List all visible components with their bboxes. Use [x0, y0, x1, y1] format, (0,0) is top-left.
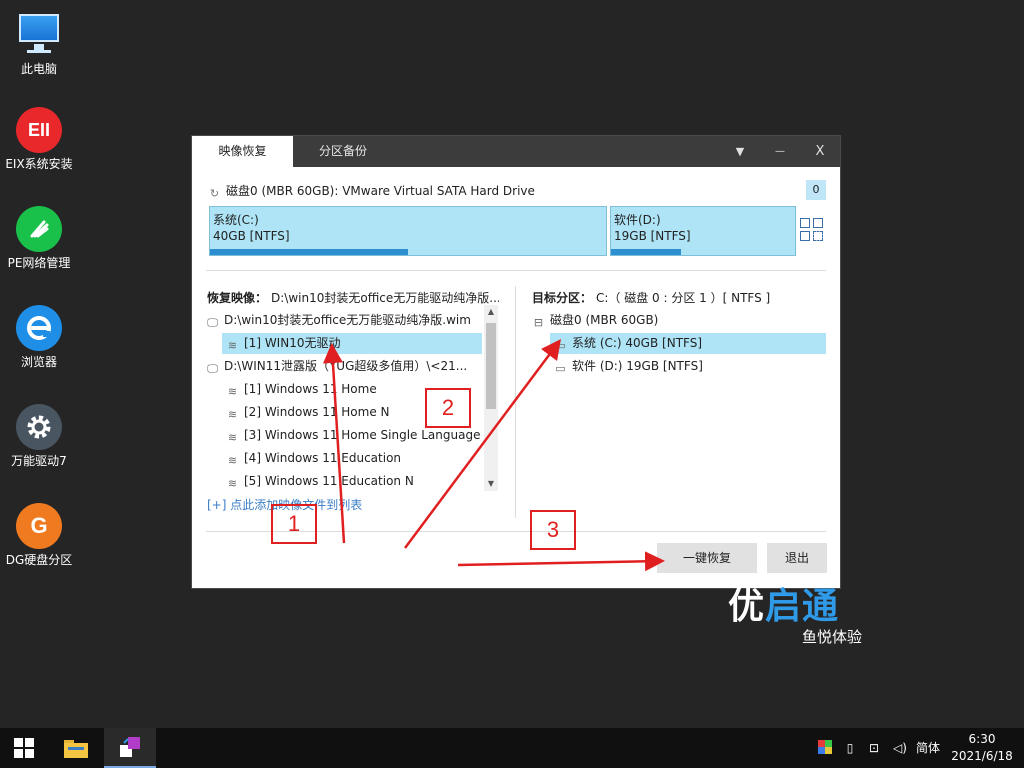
restore-app-taskbar-button[interactable]: [104, 728, 156, 768]
divider: [206, 270, 826, 271]
image-index-item[interactable]: ≋ [3] Windows 11 Home Single Language: [222, 425, 482, 446]
image-index-item[interactable]: ≋ [4] Windows 11 Education: [222, 448, 482, 469]
gear-icon: [16, 404, 62, 450]
image-index-item[interactable]: ≋ [1] WIN10无驱动: [222, 333, 482, 354]
network-icon[interactable]: ⊡: [864, 728, 884, 768]
disk-selector[interactable]: ↻ 磁盘0 (MBR 60GB): VMware Virtual SATA Har…: [208, 182, 535, 200]
minimize-button[interactable]: —: [760, 136, 800, 167]
desktop-icon-label: 此电脑: [20, 62, 57, 76]
clock-time: 6:30: [968, 732, 996, 746]
target-partition-item[interactable]: ▭ 系统 (C:) 40GB [NTFS]: [550, 333, 826, 354]
eix-installer-icon: EII: [16, 107, 62, 153]
desktop-icon-eix[interactable]: EII EIX系统安装: [0, 107, 78, 171]
monitor-icon: 🖵: [207, 362, 218, 375]
brand-part1: 优: [728, 585, 766, 626]
color-palette-tray-icon[interactable]: [818, 728, 836, 768]
windows-logo-icon: [14, 738, 34, 758]
scroll-thumb[interactable]: [486, 323, 496, 409]
exit-button[interactable]: 退出: [767, 543, 827, 573]
desktop-icon-this-pc[interactable]: 此电脑: [0, 12, 78, 76]
image-file-item[interactable]: 🖵 D:\WIN11泄露版（YUG超级多值用）\<21...: [206, 356, 482, 377]
computer-icon: [17, 12, 61, 58]
taskbar: ▯ ⊡ ◁) 简体 6:30 2021/6/18: [0, 728, 1024, 768]
desktop-icon-dg-partition[interactable]: G DG硬盘分区: [0, 503, 78, 567]
restore-image-path: D:\win10封装无office无万能驱动纯净版...: [271, 291, 499, 305]
layers-icon: ≋: [227, 408, 238, 421]
partition-size: 40GB [NTFS]: [213, 229, 290, 243]
scroll-up-icon[interactable]: ▲: [484, 305, 498, 319]
scroll-down-icon[interactable]: ▼: [484, 477, 498, 491]
desktop-icon-label: EIX系统安装: [5, 157, 73, 171]
restore-image-label: 恢复映像：: [207, 291, 268, 305]
usb-icon[interactable]: ▯: [842, 728, 858, 768]
target-partition-value: C:（ 磁盘 0 : 分区 1 ）[ NTFS ]: [596, 291, 771, 305]
annotation-box-3: 3: [530, 510, 576, 550]
image-list-scrollbar[interactable]: ▲ ▼: [484, 305, 498, 491]
desktop-icon-label: 浏览器: [20, 355, 57, 369]
layers-icon: ≋: [227, 477, 238, 490]
network-manager-icon: [16, 206, 62, 252]
partition-name: 软件(D:): [614, 213, 661, 227]
partition-name: 系统(C:): [213, 213, 259, 227]
tab-partition-backup[interactable]: 分区备份: [293, 136, 393, 167]
layers-icon: ≋: [227, 431, 238, 444]
desktop-icon-browser[interactable]: 浏览器: [0, 305, 78, 369]
desktop-icon-label: 万能驱动7: [11, 454, 67, 468]
brand-part2: 启通: [765, 585, 840, 626]
desktop-icon-label: DG硬盘分区: [5, 553, 73, 567]
refresh-icon: ↻: [209, 187, 220, 200]
layers-icon: ≋: [227, 339, 238, 352]
clock-date: 2021/6/18: [951, 749, 1013, 763]
monitor-icon: 🖵: [207, 316, 218, 329]
partition-usage-bar: [210, 249, 408, 255]
start-button[interactable]: [0, 728, 48, 768]
target-partition-item[interactable]: ▭ 软件 (D:) 19GB [NTFS]: [550, 356, 826, 377]
partition-usage-bar: [611, 249, 681, 255]
dropdown-button[interactable]: ▼: [720, 136, 760, 167]
system-clock[interactable]: 6:30 2021/6/18: [940, 731, 1024, 765]
target-disk-item[interactable]: ⊟ 磁盘0 (MBR 60GB): [532, 310, 826, 331]
brand-subtitle: 鱼悦体验: [802, 628, 863, 646]
folder-icon: [64, 740, 88, 758]
folder-icon: ▭: [555, 362, 566, 375]
desktop-icon-label: PE网络管理: [7, 256, 71, 270]
divider: [515, 286, 516, 518]
partition-c[interactable]: 系统(C:) 40GB [NTFS]: [209, 206, 607, 256]
file-explorer-button[interactable]: [52, 728, 100, 768]
one-click-restore-button[interactable]: 一键恢复: [657, 543, 757, 573]
layers-icon: ≋: [227, 385, 238, 398]
partition-size: 19GB [NTFS]: [614, 229, 691, 243]
annotation-box-2: 2: [425, 388, 471, 428]
image-file-item[interactable]: 🖵 D:\win10封装无office无万能驱动纯净版.wim: [206, 310, 482, 331]
disk-label: 磁盘0 (MBR 60GB): VMware Virtual SATA Hard…: [226, 184, 535, 198]
ime-indicator[interactable]: 简体: [914, 728, 942, 768]
desktop-icon-pe-network[interactable]: PE网络管理: [0, 206, 78, 270]
annotation-box-1: 1: [271, 504, 317, 544]
view-toggle-icon[interactable]: [800, 218, 826, 244]
partition-d[interactable]: 软件(D:) 19GB [NTFS]: [610, 206, 796, 256]
target-partition-label: 目标分区：: [532, 291, 593, 305]
tab-image-restore[interactable]: 映像恢复: [192, 136, 293, 167]
disk-icon: ⊟: [533, 316, 544, 329]
disk-index-badge: 0: [806, 180, 826, 200]
layers-icon: ≋: [227, 454, 238, 467]
title-bar: 映像恢复 分区备份 ▼ — X: [192, 136, 840, 167]
folder-icon: ▭: [555, 339, 566, 352]
desktop-icon-driver[interactable]: 万能驱动7: [0, 404, 78, 468]
dg-partition-icon: G: [16, 503, 62, 549]
browser-icon: [16, 305, 62, 351]
image-index-item[interactable]: ≋ [5] Windows 11 Education N: [222, 471, 482, 492]
close-button[interactable]: X: [800, 136, 840, 167]
restore-app-icon: [120, 737, 140, 757]
brand-logo: 优启通 鱼悦体验: [728, 585, 862, 647]
volume-icon[interactable]: ◁): [890, 728, 910, 768]
